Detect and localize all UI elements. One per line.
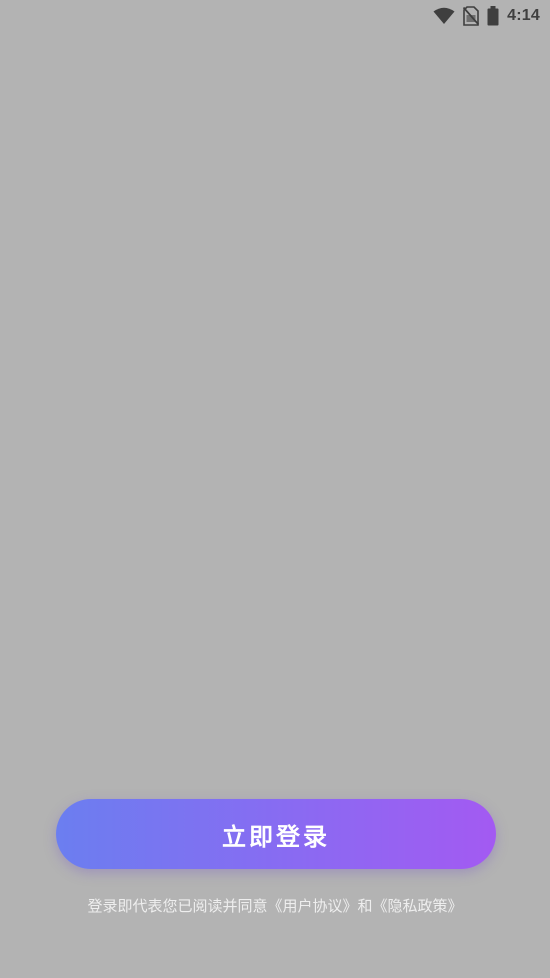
- status-bar: 4:14: [0, 0, 550, 32]
- status-icons: 4:14: [433, 4, 540, 28]
- status-time: 4:14: [507, 7, 540, 24]
- agreement-text: 登录即代表您已阅读并同意《用户协议》和《隐私政策》: [0, 895, 550, 917]
- no-sim-icon: [463, 6, 480, 26]
- privacy-policy-link[interactable]: 《隐私政策》: [373, 897, 463, 915]
- login-now-button[interactable]: 立即登录: [56, 799, 496, 869]
- battery-icon: [487, 6, 499, 26]
- wifi-icon: [433, 7, 455, 25]
- agreement-prefix: 登录即代表您已阅读并同意: [87, 897, 268, 915]
- agreement-conjunction: 和: [357, 897, 373, 915]
- user-agreement-link[interactable]: 《用户协议》: [267, 897, 357, 915]
